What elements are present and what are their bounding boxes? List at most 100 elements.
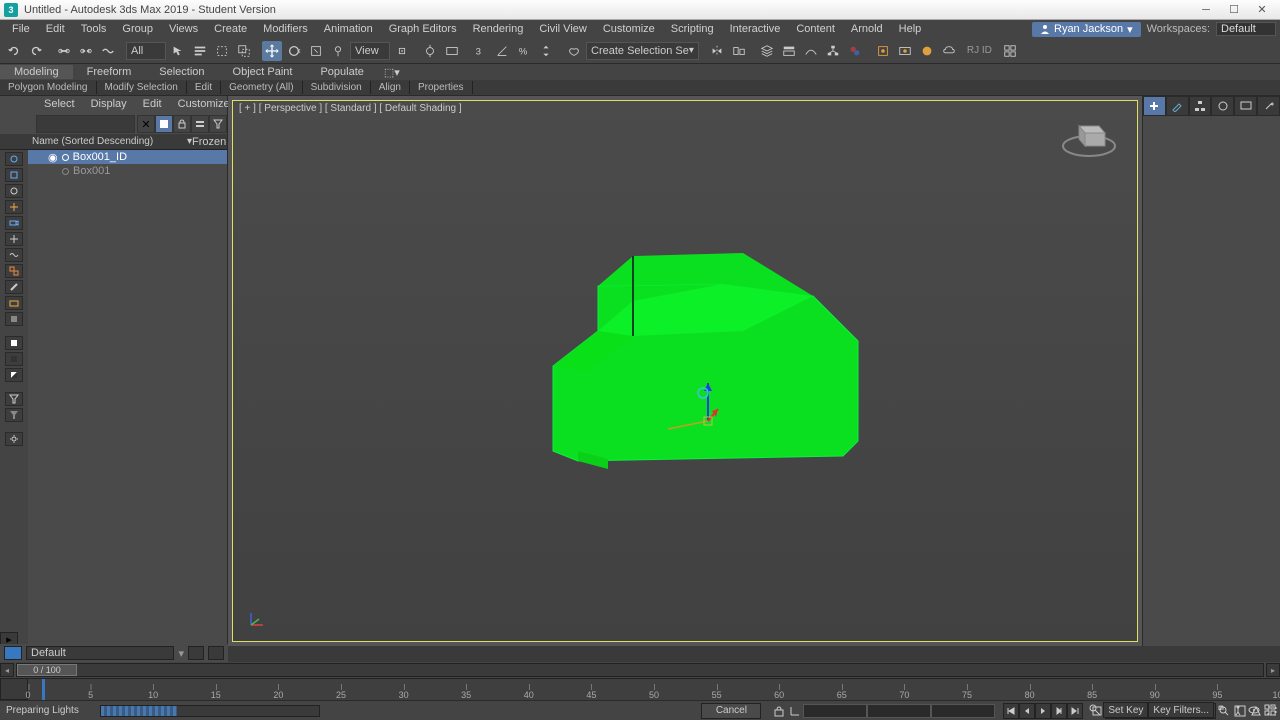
- select-rotate-button[interactable]: [284, 41, 304, 61]
- se-filter-cameras-icon[interactable]: [5, 216, 23, 230]
- window-crossing-button[interactable]: [234, 41, 254, 61]
- se-filter-groups-icon[interactable]: [5, 264, 23, 278]
- se-tree[interactable]: ◉ Box001_ID Box001: [28, 150, 227, 646]
- cmd-tab-display[interactable]: [1234, 96, 1257, 116]
- workspace-combo[interactable]: Default: [1216, 22, 1276, 36]
- named-selset-combo[interactable]: Create Selection Se▾: [586, 42, 699, 60]
- ribbon-tab-toggle[interactable]: ⬚▾: [378, 65, 406, 80]
- menu-scripting[interactable]: Scripting: [663, 23, 722, 35]
- se-filter-geometry-icon[interactable]: [5, 168, 23, 182]
- toggle-ribbon-button[interactable]: [779, 41, 799, 61]
- menu-views[interactable]: Views: [161, 23, 206, 35]
- ts-track[interactable]: 0 / 100: [16, 663, 1264, 677]
- pivot-center-button[interactable]: [392, 41, 412, 61]
- cmd-tab-motion[interactable]: [1211, 96, 1234, 116]
- cmd-tab-hierarchy[interactable]: [1189, 96, 1212, 116]
- se-filter-button-1[interactable]: [191, 115, 209, 133]
- prev-frame-button[interactable]: [1019, 703, 1035, 719]
- ribbon-sec-properties[interactable]: Properties: [410, 81, 473, 94]
- z-field[interactable]: [931, 704, 995, 718]
- select-by-name-button[interactable]: [190, 41, 210, 61]
- menu-edit[interactable]: Edit: [38, 23, 73, 35]
- ribbon-tab-selection[interactable]: Selection: [145, 65, 218, 79]
- ribbon-tab-populate[interactable]: Populate: [306, 65, 377, 79]
- setkey-button[interactable]: Set Key: [1103, 702, 1148, 718]
- align-button[interactable]: [729, 41, 749, 61]
- ribbon-sec-subdiv[interactable]: Subdivision: [303, 81, 371, 94]
- menu-interactive[interactable]: Interactive: [722, 23, 789, 35]
- menu-grapheditors[interactable]: Graph Editors: [381, 23, 465, 35]
- link-button[interactable]: [54, 41, 74, 61]
- se-filter-shapes-icon[interactable]: [5, 184, 23, 198]
- user-signin-button[interactable]: Ryan Jackson▾: [1032, 22, 1141, 37]
- se-filter-frozen-icon[interactable]: [5, 312, 23, 326]
- layer-btn-1[interactable]: [188, 646, 204, 660]
- ts-prev-button[interactable]: ◂: [0, 663, 14, 677]
- redo-button[interactable]: [26, 41, 46, 61]
- se-display-invert-icon[interactable]: [5, 368, 23, 382]
- se-filter-hidden2-icon[interactable]: [5, 408, 23, 422]
- se-filter-all-icon[interactable]: [5, 152, 23, 166]
- se-clear-search-button[interactable]: ✕: [137, 115, 155, 133]
- angle-snap-button[interactable]: [492, 41, 512, 61]
- selection-lock-button[interactable]: [771, 703, 787, 719]
- se-col-frozen[interactable]: ▾ Frozen: [183, 136, 227, 148]
- ribbon-sec-polygon[interactable]: Polygon Modeling: [0, 81, 97, 94]
- unlink-button[interactable]: [76, 41, 96, 61]
- viewport[interactable]: [ + ] [ Perspective ] [ Standard ] [ Def…: [232, 100, 1138, 642]
- nav-maximize-button[interactable]: [1262, 702, 1278, 718]
- select-place-button[interactable]: [328, 41, 348, 61]
- menu-arnold[interactable]: Arnold: [843, 23, 891, 35]
- se-col-name[interactable]: Name (Sorted Descending): [28, 136, 183, 147]
- cancel-button[interactable]: Cancel: [701, 703, 761, 719]
- se-item-selected[interactable]: ◉ Box001_ID: [28, 150, 227, 164]
- se-menu-select[interactable]: Select: [36, 96, 83, 114]
- goto-start-button[interactable]: [1003, 703, 1019, 719]
- menu-tools[interactable]: Tools: [73, 23, 115, 35]
- render-cloud-button[interactable]: [939, 41, 959, 61]
- ref-coord-combo[interactable]: View: [350, 42, 390, 60]
- menu-modifiers[interactable]: Modifiers: [255, 23, 316, 35]
- select-move-button[interactable]: [262, 41, 282, 61]
- play-button[interactable]: [1035, 703, 1051, 719]
- layer-combo[interactable]: Default: [26, 646, 174, 660]
- se-filter-bone-icon[interactable]: [5, 280, 23, 294]
- cmd-tab-utilities[interactable]: [1257, 96, 1280, 116]
- viewport-label[interactable]: [ + ] [ Perspective ] [ Standard ] [ Def…: [239, 103, 462, 114]
- viewport-layout-button[interactable]: [1000, 41, 1020, 61]
- ribbon-tab-objectpaint[interactable]: Object Paint: [219, 65, 307, 79]
- se-options-icon[interactable]: [5, 432, 23, 446]
- next-frame-button[interactable]: [1051, 703, 1067, 719]
- undo-button[interactable]: [4, 41, 24, 61]
- maximize-button[interactable]: ☐: [1220, 2, 1248, 18]
- material-editor-button[interactable]: [845, 41, 865, 61]
- se-display-all-icon[interactable]: [5, 352, 23, 366]
- ribbon-sec-edit[interactable]: Edit: [187, 81, 221, 94]
- se-filter-container-icon[interactable]: [5, 296, 23, 310]
- mirror-button[interactable]: [707, 41, 727, 61]
- menu-rendering[interactable]: Rendering: [465, 23, 532, 35]
- ribbon-tab-modeling[interactable]: Modeling: [0, 65, 73, 79]
- menu-group[interactable]: Group: [114, 23, 161, 35]
- se-filter-hidden-icon[interactable]: [5, 392, 23, 406]
- render-frame-button[interactable]: [895, 41, 915, 61]
- nav-walk-button[interactable]: [1230, 702, 1246, 718]
- keyboard-shortcut-button[interactable]: [442, 41, 462, 61]
- bind-spacewarp-button[interactable]: [98, 41, 118, 61]
- layer-dropdown-icon[interactable]: ▾: [178, 647, 184, 660]
- minimize-button[interactable]: ─: [1192, 2, 1220, 18]
- se-search-input[interactable]: [36, 115, 135, 133]
- schematic-view-button[interactable]: [823, 41, 843, 61]
- layer-explorer-button[interactable]: [757, 41, 777, 61]
- viewcube[interactable]: [1059, 111, 1119, 161]
- selection-filter-combo[interactable]: All: [126, 42, 166, 60]
- ribbon-sec-geometry[interactable]: Geometry (All): [221, 81, 302, 94]
- menu-customize[interactable]: Customize: [595, 23, 663, 35]
- menu-content[interactable]: Content: [788, 23, 843, 35]
- se-menu-edit[interactable]: Edit: [135, 96, 170, 114]
- spinner-snap-button[interactable]: [536, 41, 556, 61]
- render-production-button[interactable]: [917, 41, 937, 61]
- ribbon-tab-freeform[interactable]: Freeform: [73, 65, 146, 79]
- y-field[interactable]: [867, 704, 931, 718]
- eye-icon[interactable]: ◉: [48, 151, 58, 164]
